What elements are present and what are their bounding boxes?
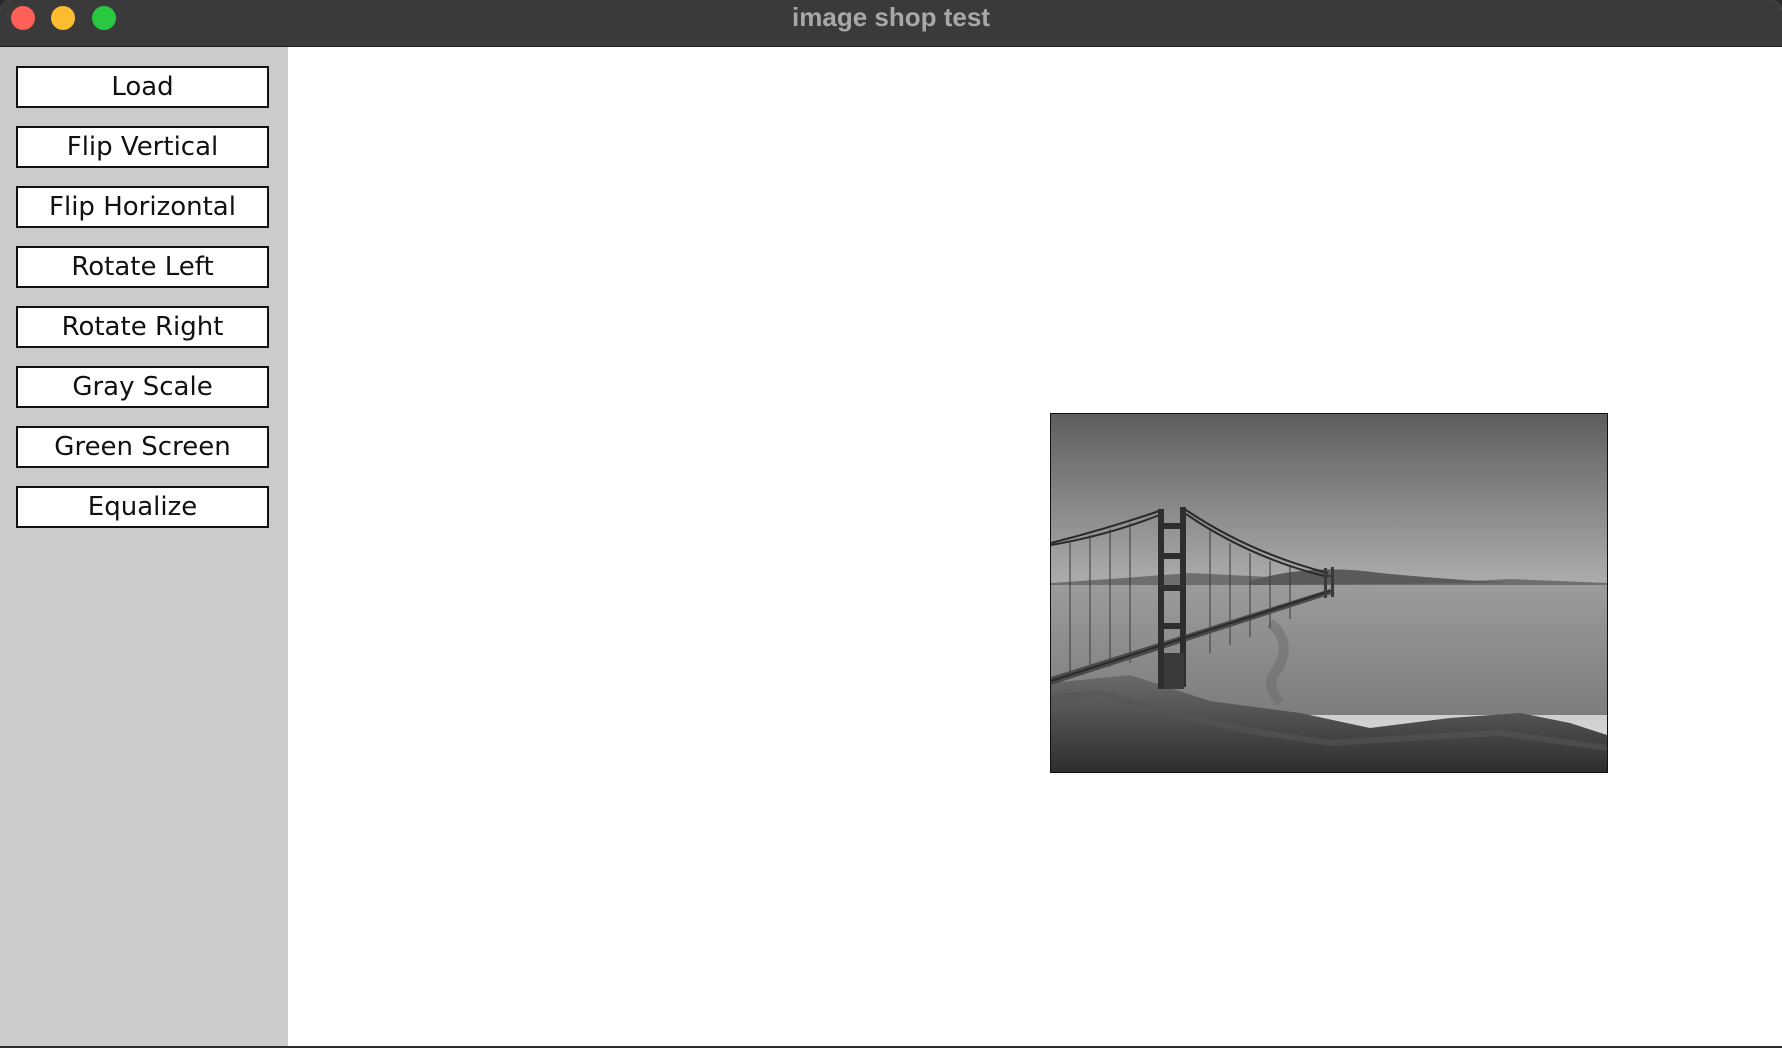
gray-scale-button[interactable]: Gray Scale <box>16 366 269 408</box>
image-canvas <box>288 47 1782 1046</box>
window-title: image shop test <box>792 2 990 32</box>
title-bar[interactable]: image shop test <box>0 0 1782 47</box>
displayed-image <box>1050 413 1608 773</box>
green-screen-button[interactable]: Green Screen <box>16 426 269 468</box>
flip-horizontal-button[interactable]: Flip Horizontal <box>16 186 269 228</box>
flip-vertical-button[interactable]: Flip Vertical <box>16 126 269 168</box>
app-window: image shop test Load Flip Vertical Flip … <box>0 0 1782 1046</box>
equalize-button[interactable]: Equalize <box>16 486 269 528</box>
rotate-right-button[interactable]: Rotate Right <box>16 306 269 348</box>
load-button[interactable]: Load <box>16 66 269 108</box>
bridge-photo-image <box>1050 413 1608 773</box>
tool-sidebar: Load Flip Vertical Flip Horizontal Rotat… <box>0 47 288 1046</box>
rotate-left-button[interactable]: Rotate Left <box>16 246 269 288</box>
